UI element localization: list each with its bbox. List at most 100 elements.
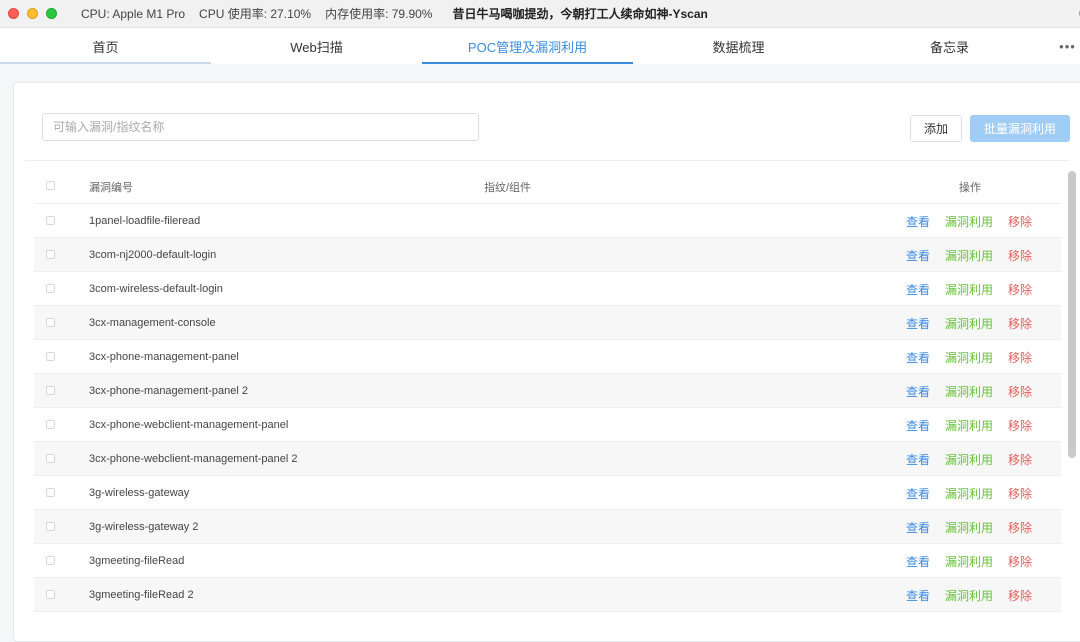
tab-home[interactable]: 首页	[0, 28, 211, 64]
header-vuln-id: 漏洞编号	[89, 182, 133, 194]
row-checkbox[interactable]	[46, 318, 55, 327]
vuln-name: 3com-nj2000-default-login	[89, 249, 217, 261]
header-fingerprint: 指纹/组件	[484, 182, 532, 194]
exploit-link[interactable]: 漏洞利用	[945, 510, 993, 546]
view-link[interactable]: 查看	[906, 272, 930, 308]
minimize-window-button[interactable]	[27, 8, 38, 19]
poc-panel: 添加 批量漏洞利用 漏洞编号 指纹/组件 操作 1panel-loadfile-…	[13, 82, 1080, 642]
exploit-link[interactable]: 漏洞利用	[945, 578, 993, 614]
remove-link[interactable]: 移除	[1008, 204, 1032, 240]
exploit-link[interactable]: 漏洞利用	[945, 204, 993, 240]
remove-link[interactable]: 移除	[1008, 442, 1032, 478]
remove-link[interactable]: 移除	[1008, 510, 1032, 546]
tab-web-scan[interactable]: Web扫描	[211, 28, 422, 64]
exploit-link[interactable]: 漏洞利用	[945, 340, 993, 376]
exploit-link[interactable]: 漏洞利用	[945, 476, 993, 512]
view-link[interactable]: 查看	[906, 340, 930, 376]
view-link[interactable]: 查看	[906, 408, 930, 444]
view-link[interactable]: 查看	[906, 306, 930, 342]
table-header: 漏洞编号 指纹/组件 操作	[34, 173, 1061, 204]
vuln-name: 3g-wireless-gateway	[89, 487, 190, 499]
more-tabs-icon[interactable]: •••	[1055, 28, 1080, 64]
exploit-link[interactable]: 漏洞利用	[945, 544, 993, 580]
tab-data-organize[interactable]: 数据梳理	[633, 28, 844, 64]
vuln-name: 3cx-phone-webclient-management-panel 2	[89, 453, 298, 465]
table-row: 3cx-phone-management-panel 2 查看 漏洞利用 移除	[34, 374, 1061, 408]
row-checkbox[interactable]	[46, 488, 55, 497]
view-link[interactable]: 查看	[906, 204, 930, 240]
remove-link[interactable]: 移除	[1008, 578, 1032, 614]
view-link[interactable]: 查看	[906, 544, 930, 580]
poc-table: 漏洞编号 指纹/组件 操作 1panel-loadfile-fileread 查看…	[34, 173, 1061, 612]
exploit-link[interactable]: 漏洞利用	[945, 408, 993, 444]
table-row: 3gmeeting-fileRead 2 查看 漏洞利用 移除	[34, 578, 1061, 612]
add-button[interactable]: 添加	[910, 115, 962, 142]
header-actions: 操作	[959, 182, 981, 194]
row-checkbox[interactable]	[46, 250, 55, 259]
table-row: 3cx-phone-management-panel 查看 漏洞利用 移除	[34, 340, 1061, 374]
main-tabs: 首页 Web扫描 POC管理及漏洞利用 数据梳理 备忘录 •••	[0, 28, 1080, 64]
table-row: 3cx-phone-webclient-management-panel 查看 漏洞…	[34, 408, 1061, 442]
remove-link[interactable]: 移除	[1008, 340, 1032, 376]
table-row: 3cx-phone-webclient-management-panel 2 查看…	[34, 442, 1061, 476]
tab-poc-management[interactable]: POC管理及漏洞利用	[422, 28, 633, 64]
cpu-model: CPU: Apple M1 Pro	[81, 6, 186, 21]
memory-usage: 内存使用率: 79.90%	[325, 7, 433, 21]
vuln-name: 1panel-loadfile-fileread	[89, 215, 201, 227]
remove-link[interactable]: 移除	[1008, 476, 1032, 512]
vuln-name: 3cx-phone-management-panel 2	[89, 385, 248, 397]
search-input[interactable]	[42, 113, 479, 141]
maximize-window-button[interactable]	[46, 8, 57, 19]
remove-link[interactable]: 移除	[1008, 238, 1032, 274]
table-row: 3com-nj2000-default-login 查看 漏洞利用 移除	[34, 238, 1061, 272]
vuln-name: 3cx-management-console	[89, 317, 216, 329]
view-link[interactable]: 查看	[906, 578, 930, 614]
cpu-usage: CPU 使用率: 27.10%	[199, 7, 312, 21]
tab-memo[interactable]: 备忘录	[844, 28, 1055, 64]
row-checkbox[interactable]	[46, 216, 55, 225]
view-link[interactable]: 查看	[906, 510, 930, 546]
close-window-button[interactable]	[8, 8, 19, 19]
table-body: 1panel-loadfile-fileread 查看 漏洞利用 移除 3com-nj2…	[34, 204, 1061, 612]
table-row: 3gmeeting-fileRead 查看 漏洞利用 移除	[34, 544, 1061, 578]
remove-link[interactable]: 移除	[1008, 272, 1032, 308]
vuln-name: 3cx-phone-management-panel	[89, 351, 239, 363]
window-title: 昔日牛马喝咖提劲，今朝打工人续命如神-Yscan	[452, 7, 708, 21]
exploit-link[interactable]: 漏洞利用	[945, 374, 993, 410]
window-titlebar: CPU: Apple M1 Pro CPU 使用率: 27.10% 内存使用率:…	[0, 0, 1080, 28]
exploit-link[interactable]: 漏洞利用	[945, 272, 993, 308]
table-row: 3g-wireless-gateway 查看 漏洞利用 移除	[34, 476, 1061, 510]
view-link[interactable]: 查看	[906, 238, 930, 274]
table-row: 1panel-loadfile-fileread 查看 漏洞利用 移除	[34, 204, 1061, 238]
exploit-link[interactable]: 漏洞利用	[945, 306, 993, 342]
table-row: 3com-wireless-default-login 查看 漏洞利用 移除	[34, 272, 1061, 306]
row-checkbox[interactable]	[46, 386, 55, 395]
row-checkbox[interactable]	[46, 420, 55, 429]
table-row: 3cx-management-console 查看 漏洞利用 移除	[34, 306, 1061, 340]
vuln-name: 3cx-phone-webclient-management-panel	[89, 419, 289, 431]
vuln-name: 3gmeeting-fileRead 2	[89, 589, 194, 601]
exploit-link[interactable]: 漏洞利用	[945, 442, 993, 478]
row-checkbox[interactable]	[46, 522, 55, 531]
window-controls	[8, 8, 57, 19]
remove-link[interactable]: 移除	[1008, 408, 1032, 444]
row-checkbox[interactable]	[46, 454, 55, 463]
vuln-name: 3g-wireless-gateway 2	[89, 521, 199, 533]
remove-link[interactable]: 移除	[1008, 544, 1032, 580]
exploit-link[interactable]: 漏洞利用	[945, 238, 993, 274]
batch-exploit-button[interactable]: 批量漏洞利用	[970, 115, 1070, 142]
row-checkbox[interactable]	[46, 352, 55, 361]
table-row: 3g-wireless-gateway 2 查看 漏洞利用 移除	[34, 510, 1061, 544]
view-link[interactable]: 查看	[906, 442, 930, 478]
remove-link[interactable]: 移除	[1008, 306, 1032, 342]
vuln-name: 3gmeeting-fileRead	[89, 555, 185, 567]
view-link[interactable]: 查看	[906, 374, 930, 410]
vuln-name: 3com-wireless-default-login	[89, 283, 223, 295]
row-checkbox[interactable]	[46, 590, 55, 599]
table-scrollbar[interactable]	[1068, 171, 1076, 458]
remove-link[interactable]: 移除	[1008, 374, 1032, 410]
row-checkbox[interactable]	[46, 556, 55, 565]
select-all-checkbox[interactable]	[46, 181, 55, 190]
row-checkbox[interactable]	[46, 284, 55, 293]
view-link[interactable]: 查看	[906, 476, 930, 512]
